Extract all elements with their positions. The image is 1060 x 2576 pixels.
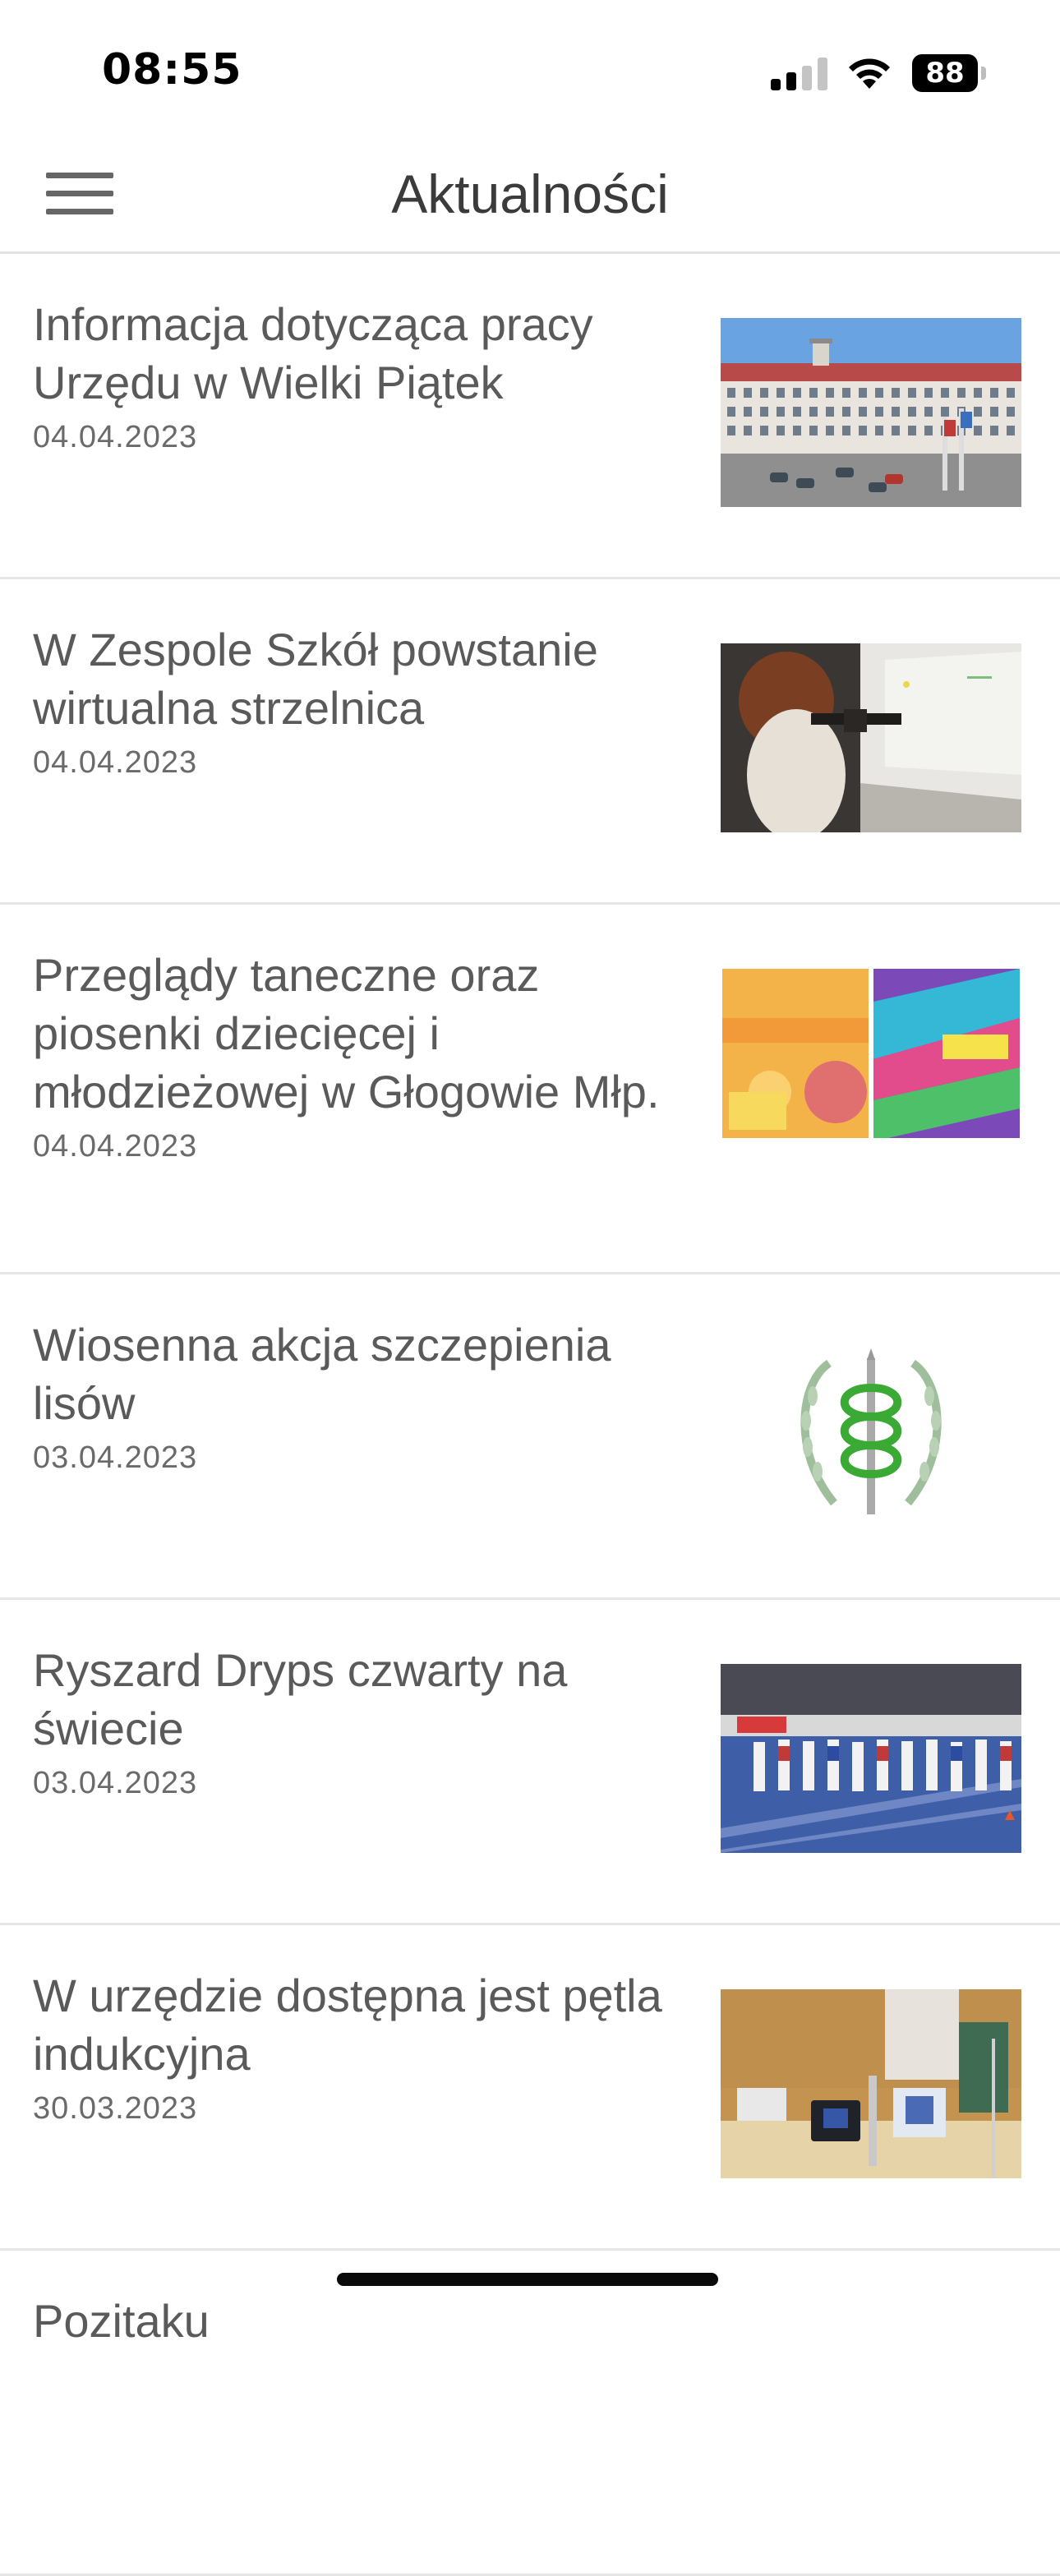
news-list: Informacja dotycząca pracy Urzędu w Wiel… [0, 254, 1060, 2576]
home-indicator[interactable] [337, 2273, 718, 2286]
news-thumbnail-event-posters [721, 969, 1021, 1158]
news-item[interactable]: Ryszard Dryps czwarty na świecie 03.04.2… [0, 1600, 1060, 1925]
news-title: W urzędzie dostępna jest pętla indukcyjn… [33, 1970, 662, 2080]
news-item[interactable]: Przeglądy taneczne oraz piosenki dziecię… [0, 905, 1060, 1274]
cellular-signal-icon [771, 58, 828, 90]
news-title: W Zespole Szkół powstanie wirtualna strz… [33, 624, 598, 734]
news-title: Pozitaku [33, 2295, 210, 2347]
app-header: Aktualności [0, 140, 1060, 254]
news-date: 03.04.2023 [33, 1766, 198, 1800]
news-title: Informacja dotycząca pracy Urzędu w Wiel… [33, 298, 593, 408]
news-item[interactable]: W urzędzie dostępna jest pętla indukcyjn… [0, 1925, 1060, 2251]
news-item[interactable]: Wiosenna akcja szczepienia lisów 03.04.2… [0, 1274, 1060, 1600]
status-bar: 08:55 88 [0, 0, 1060, 140]
news-date: 30.03.2023 [33, 2091, 198, 2126]
news-title: Wiosenna akcja szczepienia lisów [33, 1319, 611, 1429]
wifi-icon [846, 54, 892, 90]
news-date: 04.04.2023 [33, 420, 198, 454]
page-title: Aktualności [391, 164, 669, 224]
veterinary-emblem-icon [721, 1339, 1021, 1528]
news-title: Ryszard Dryps czwarty na świecie [33, 1644, 568, 1754]
news-thumbnail-shooting-range [721, 643, 1021, 832]
news-title: Przeglądy taneczne oraz piosenki dziecię… [33, 949, 660, 1117]
news-item[interactable]: Pozitaku [0, 2251, 1060, 2576]
battery-icon: 88 [912, 54, 986, 92]
news-thumbnail-office-desk [721, 1989, 1021, 2178]
news-item[interactable]: W Zespole Szkół powstanie wirtualna strz… [0, 579, 1060, 905]
news-date: 03.04.2023 [33, 1440, 198, 1475]
battery-level: 88 [912, 54, 978, 92]
news-thumbnail-building [721, 318, 1021, 507]
news-date: 04.04.2023 [33, 1129, 198, 1164]
news-item[interactable]: Informacja dotycząca pracy Urzędu w Wiel… [0, 254, 1060, 579]
news-date: 04.04.2023 [33, 745, 198, 780]
news-thumbnail-athletics [721, 1664, 1021, 1853]
status-time: 08:55 [102, 45, 242, 94]
